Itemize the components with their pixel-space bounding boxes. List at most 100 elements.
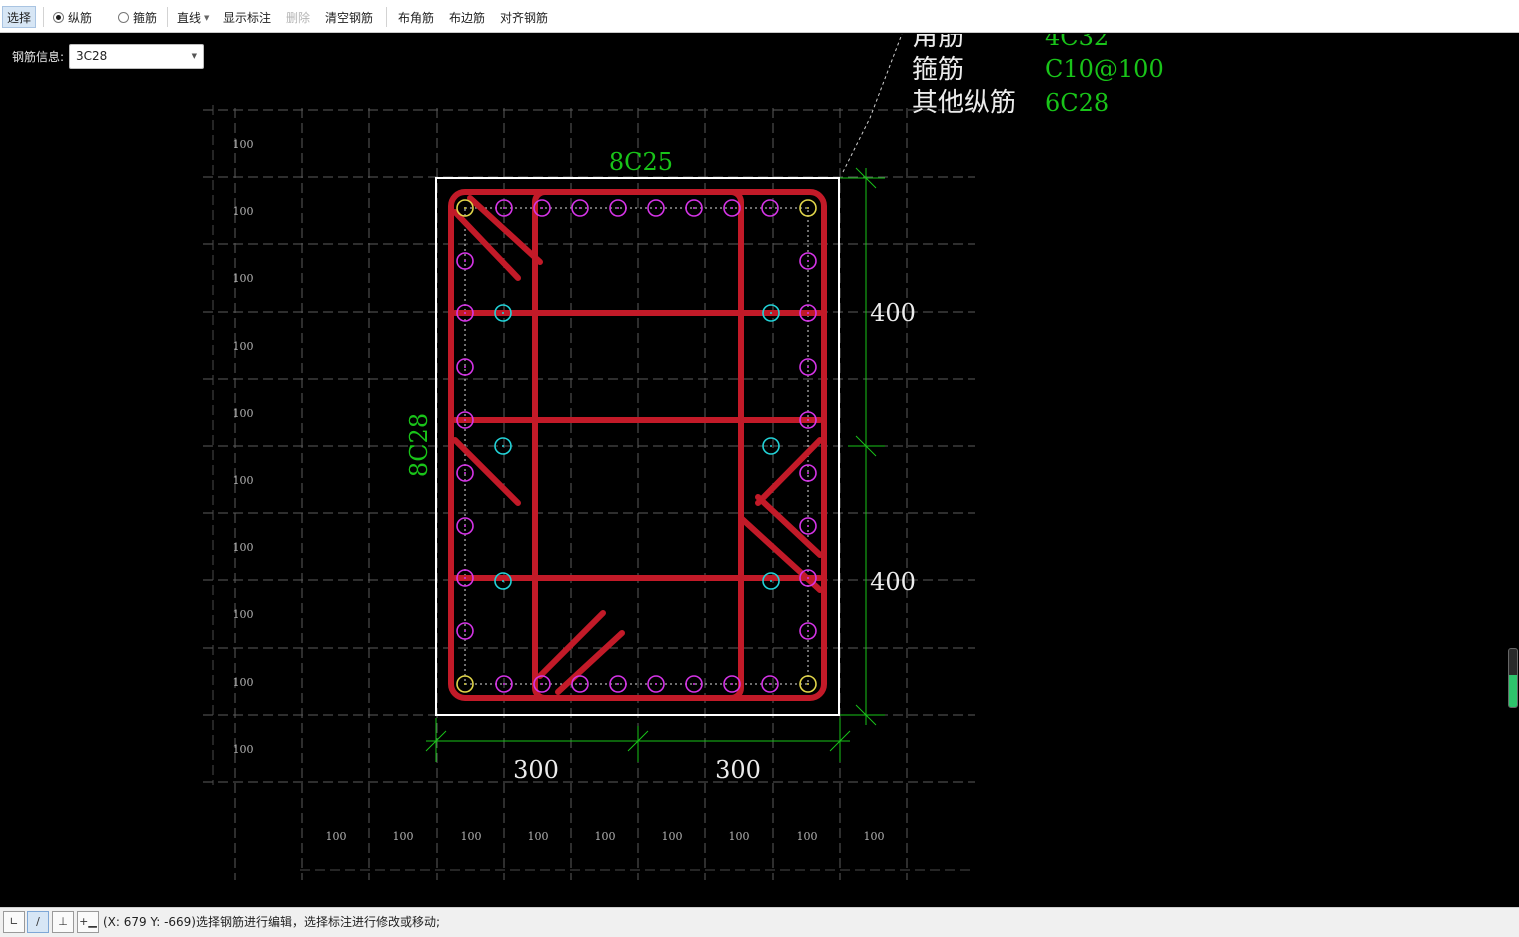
corner-rebar-center xyxy=(464,207,466,209)
dimension-right-upper[interactable]: 400 xyxy=(870,299,916,327)
hook-5 xyxy=(755,494,823,558)
edge-rebar-bottom-center xyxy=(693,683,695,685)
stirrup-label: 箍筋 xyxy=(133,11,158,25)
corner-rebar-center xyxy=(807,207,809,209)
hook-3 xyxy=(452,437,521,506)
top-rebar-label[interactable]: 8C25 xyxy=(609,148,673,176)
toolbar-divider xyxy=(167,7,168,27)
grid-spacing-label: 100 xyxy=(528,830,549,843)
ortho-snap-icon[interactable]: ∟ xyxy=(3,911,25,933)
grid-spacing-label: 100 xyxy=(233,138,254,151)
edge-rebar-right-center xyxy=(807,419,809,421)
corner-rebar-button[interactable]: 布角筋 xyxy=(398,0,434,33)
edge-rebar-top-center xyxy=(617,207,619,209)
dimension-bottom-right[interactable]: 300 xyxy=(715,756,761,784)
corner-rebar-center xyxy=(464,683,466,685)
radio-checked-icon xyxy=(53,12,64,23)
inner-rebar-center xyxy=(502,580,504,582)
add-point-icon[interactable]: +▁ xyxy=(77,911,99,933)
edge-rebar-right-center xyxy=(807,312,809,314)
align-rebar-button[interactable]: 对齐钢筋 xyxy=(500,0,548,33)
caret-down-icon: ▼ xyxy=(204,14,210,22)
edge-rebar-top-center xyxy=(541,207,543,209)
zoom-slider[interactable] xyxy=(1508,648,1518,708)
edge-rebar-bottom-center xyxy=(655,683,657,685)
edge-rebar-top-center xyxy=(769,207,771,209)
drawing-canvas[interactable]: 100 100 100 100 100 100 100 100 100 100 100 100 100 1… xyxy=(0,34,1519,907)
edge-rebar-bottom-center xyxy=(579,683,581,685)
hook-4 xyxy=(755,437,823,506)
grid-spacing-label: 100 xyxy=(864,830,885,843)
toolbar: 选择 纵筋 箍筋 直线 ▼ 显示标注 删除 清空钢筋 布角筋 布边筋 对齐钢筋 xyxy=(0,0,1519,33)
edge-rebar-right-center xyxy=(807,366,809,368)
status-bar: ∟ ∕ ⊥ +▁ (X: 679 Y: -669)选择钢筋进行编辑，选择标注进行… xyxy=(0,907,1519,937)
legend-other-label: 其他纵筋 xyxy=(912,88,1016,118)
legend-corner-value: 4C32 xyxy=(1045,34,1109,51)
edge-rebar-top-center xyxy=(579,207,581,209)
dimension-right-lower[interactable]: 400 xyxy=(870,568,916,596)
perpendicular-snap-icon[interactable]: ⊥ xyxy=(52,911,74,933)
grid-spacing-label: 100 xyxy=(233,608,254,621)
leader-line xyxy=(842,34,903,173)
corner-rebar-center xyxy=(807,683,809,685)
edge-rebar-bottom-center xyxy=(731,683,733,685)
edge-rebar-bottom-center xyxy=(769,683,771,685)
edge-rebar-left-center xyxy=(464,630,466,632)
grid-spacing-label: 100 xyxy=(729,830,750,843)
edge-rebar-bottom-center xyxy=(617,683,619,685)
delete-button[interactable]: 删除 xyxy=(286,0,310,33)
edge-rebar-top-center xyxy=(693,207,695,209)
grid-spacing-label: 100 xyxy=(461,830,482,843)
grid-spacing-label: 100 xyxy=(233,474,254,487)
line-snap-icon[interactable]: ∕ xyxy=(27,911,49,933)
edge-rebar-left-center xyxy=(464,525,466,527)
grid-spacing-label: 100 xyxy=(233,205,254,218)
edge-rebar-right-center xyxy=(807,525,809,527)
zoom-slider-fill xyxy=(1509,675,1517,707)
inner-rebar-center xyxy=(502,312,504,314)
legend: 角筋 4C32 箍筋 C10@100 其他纵筋 6C28 xyxy=(912,34,1164,118)
line-dropdown[interactable]: 直线 ▼ xyxy=(177,0,209,33)
hook-8 xyxy=(555,630,625,695)
status-text: (X: 679 Y: -669)选择钢筋进行编辑，选择标注进行修改或移动; xyxy=(103,915,441,929)
edge-rebar-top-center xyxy=(655,207,657,209)
side-rebar-label[interactable]: 8C28 xyxy=(405,413,433,477)
edge-rebar-right-center xyxy=(807,260,809,262)
grid: 100 100 100 100 100 100 100 100 100 100 100 100 100 1… xyxy=(203,105,975,880)
grid-spacing-label: 100 xyxy=(595,830,616,843)
toolbar-divider xyxy=(43,7,44,27)
clear-rebar-button[interactable]: 清空钢筋 xyxy=(325,0,373,33)
edge-rebar-left-center xyxy=(464,419,466,421)
edge-rebar-bottom-center xyxy=(541,683,543,685)
edge-rebar-top-center xyxy=(503,207,505,209)
legend-other-value: 6C28 xyxy=(1045,89,1109,117)
edge-rebar-left-center xyxy=(464,312,466,314)
inner-rebar-center xyxy=(770,312,772,314)
stirrup-radio[interactable]: 箍筋 xyxy=(118,0,157,33)
edge-rebar-button[interactable]: 布边筋 xyxy=(449,0,485,33)
edge-rebar-bottom-center xyxy=(503,683,505,685)
line-dropdown-label: 直线 xyxy=(177,11,202,25)
inner-rebar-center xyxy=(770,580,772,582)
edge-rebar-left-center xyxy=(464,260,466,262)
edge-rebar-left-center xyxy=(464,577,466,579)
grid-spacing-label: 100 xyxy=(662,830,683,843)
show-dimensions-button[interactable]: 显示标注 xyxy=(223,0,271,33)
inner-rebar-center xyxy=(770,445,772,447)
toolbar-divider xyxy=(386,7,387,27)
grid-spacing-label: 100 xyxy=(233,272,254,285)
grid-spacing-label: 100 xyxy=(393,830,414,843)
grid-spacing-label: 100 xyxy=(233,407,254,420)
edge-rebar-right-center xyxy=(807,472,809,474)
grid-spacing-label: 100 xyxy=(233,541,254,554)
legend-corner-label: 角筋 xyxy=(912,34,964,52)
longitudinal-radio[interactable]: 纵筋 xyxy=(53,0,92,33)
hook-2 xyxy=(452,209,521,281)
grid-spacing-label: 100 xyxy=(797,830,818,843)
legend-stirrup-label: 箍筋 xyxy=(912,55,964,85)
dimension-bottom-left[interactable]: 300 xyxy=(513,756,559,784)
select-button[interactable]: 选择 xyxy=(2,6,37,28)
edge-rebar-right-center xyxy=(807,630,809,632)
edge-rebar-top-center xyxy=(731,207,733,209)
grid-spacing-label: 100 xyxy=(233,340,254,353)
